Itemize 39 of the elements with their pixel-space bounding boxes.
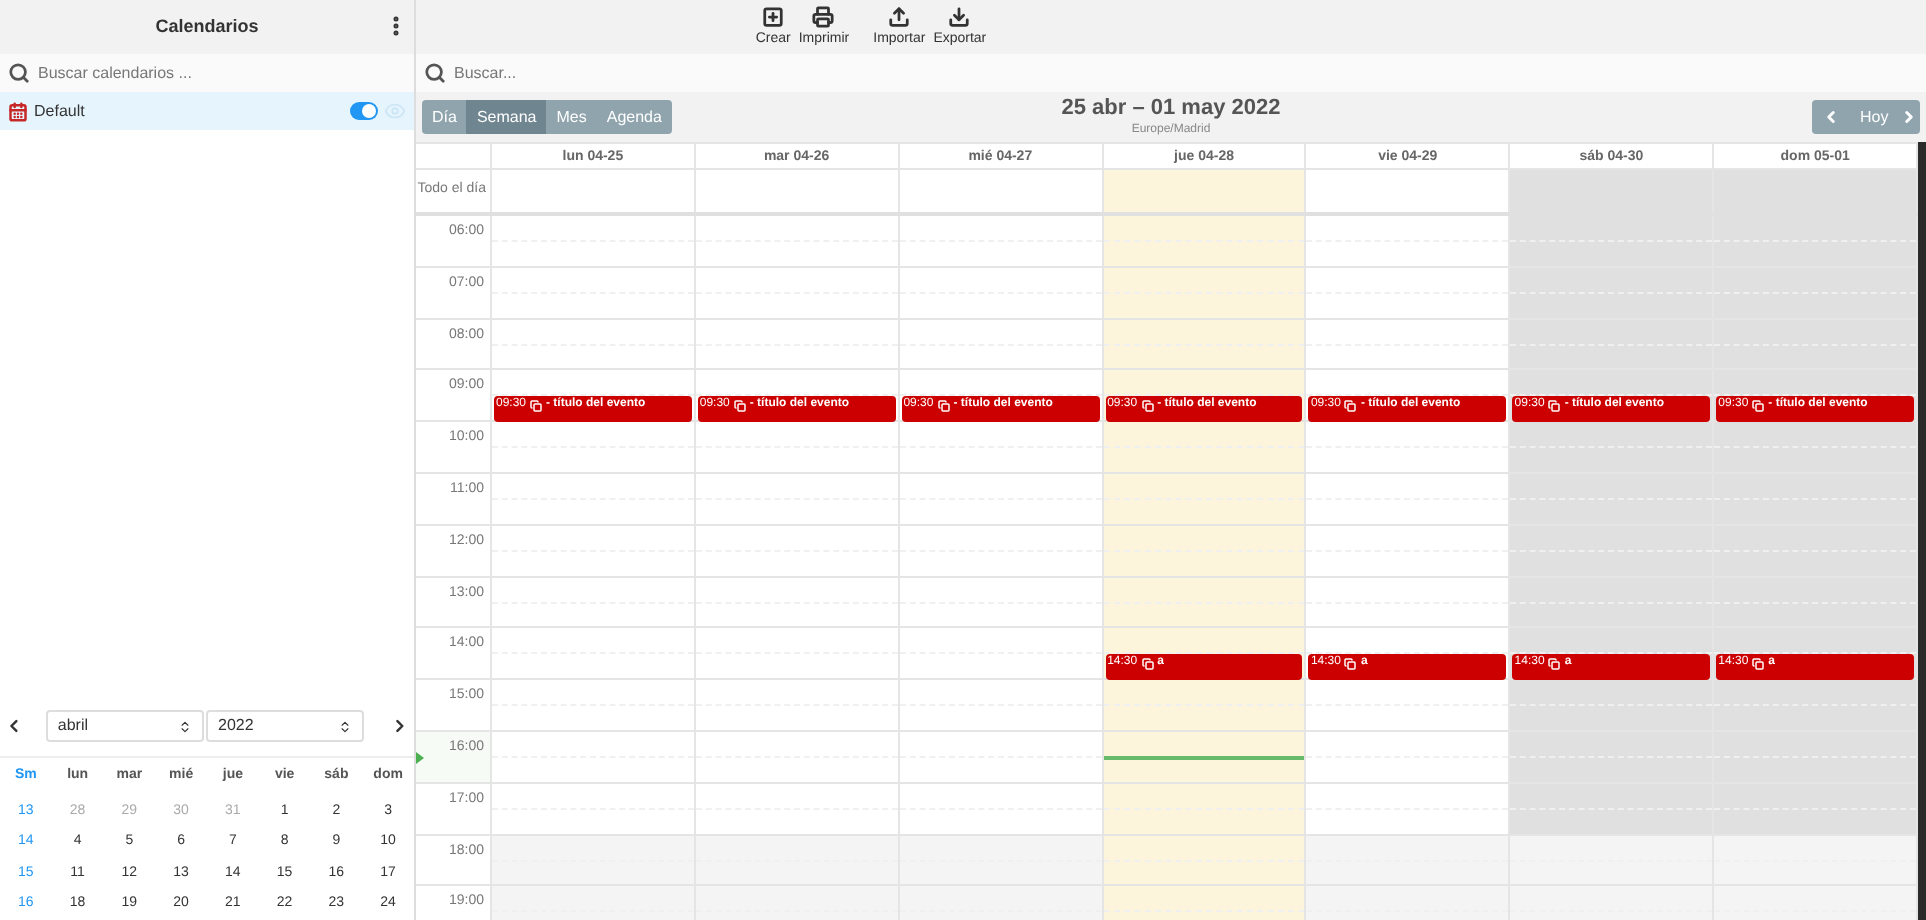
plus-square-icon <box>762 6 785 28</box>
calendar-search-bar[interactable]: Buscar calendarios ... <box>0 54 414 92</box>
copy-icon <box>733 399 746 412</box>
view-tab[interactable]: Semana <box>466 100 547 134</box>
copy-icon <box>1548 657 1561 670</box>
calendar-search-field[interactable]: Buscar calendarios ... <box>38 61 406 85</box>
previous-week-icon[interactable] <box>1822 108 1840 126</box>
up-down-arrows-icon <box>338 719 353 733</box>
copy-icon <box>937 399 950 412</box>
calendar-name: Default <box>34 99 87 123</box>
calendar-item[interactable]: Default <box>0 92 414 130</box>
all-day-cell[interactable] <box>1510 170 1715 212</box>
eye-icon[interactable] <box>384 100 406 122</box>
copy-icon <box>1344 399 1357 412</box>
search-icon <box>424 62 446 84</box>
all-day-cell[interactable] <box>1714 170 1919 212</box>
up-down-arrows-icon <box>178 719 192 733</box>
search-icon <box>8 62 30 84</box>
calendar-icon <box>8 101 28 121</box>
copy-icon <box>1752 399 1765 412</box>
next-week-icon[interactable] <box>1900 108 1919 126</box>
copy-icon <box>1752 657 1765 670</box>
date-range-title: 25 abr – 01 may 2022 <box>1061 94 1281 122</box>
copy-icon <box>1344 657 1357 670</box>
event-search-bar[interactable]: Buscar... <box>416 54 1926 92</box>
toggle-switch[interactable] <box>350 102 378 120</box>
copy-icon <box>1548 399 1561 412</box>
printer-icon <box>812 6 835 28</box>
all-day-cell[interactable] <box>1103 170 1307 212</box>
download-icon <box>948 6 971 28</box>
month-select[interactable]: abril <box>45 710 204 742</box>
event-search-field[interactable]: Buscar... <box>454 61 1918 85</box>
all-day-cell[interactable] <box>899 170 1104 212</box>
copy-icon <box>1141 657 1154 670</box>
sidebar-title: Calendarios <box>155 13 259 40</box>
upload-icon <box>888 6 911 28</box>
copy-icon <box>1141 399 1154 412</box>
year-select[interactable]: 2022 <box>206 710 365 742</box>
copy-icon <box>530 399 543 412</box>
